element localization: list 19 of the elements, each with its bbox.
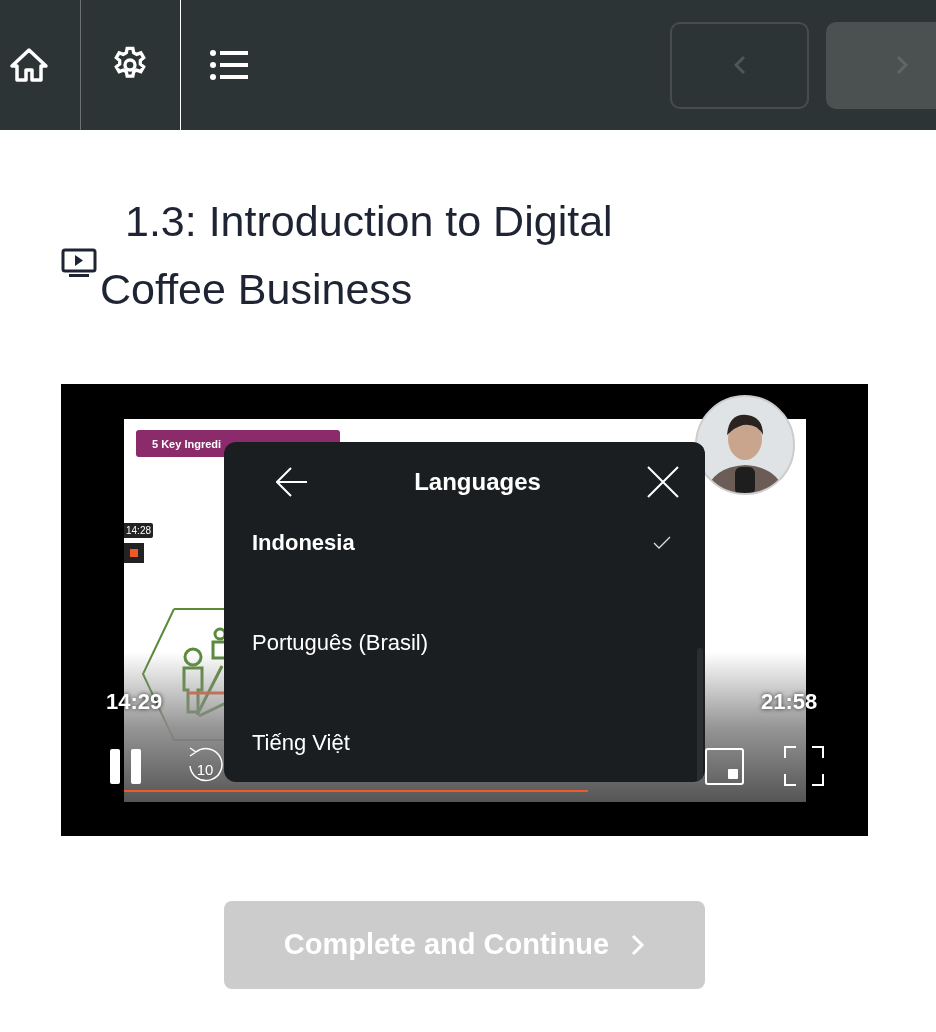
language-option[interactable]: Português (Brasil)	[224, 592, 705, 692]
video-lesson-icon	[61, 248, 97, 278]
pause-button[interactable]	[110, 749, 141, 784]
picture-in-picture-icon[interactable]	[705, 748, 744, 785]
close-button[interactable]	[647, 466, 679, 498]
chevron-right-icon	[631, 934, 646, 956]
close-icon	[647, 466, 679, 498]
rewind-button[interactable]: 10	[186, 746, 224, 786]
menu-icon	[209, 49, 249, 81]
lesson-title: 1.3: Introduction to Digital Coffee Business	[100, 196, 614, 315]
fullscreen-icon[interactable]	[784, 746, 824, 786]
check-icon	[653, 535, 671, 549]
language-option[interactable]: Tiếng Việt	[224, 692, 705, 782]
chevron-left-icon	[733, 55, 746, 75]
home-icon	[9, 47, 49, 83]
menu-title: Languages	[413, 467, 542, 497]
back-arrow-icon	[276, 467, 308, 497]
back-button[interactable]	[276, 467, 308, 497]
recording-timer: 14:28	[124, 523, 154, 538]
